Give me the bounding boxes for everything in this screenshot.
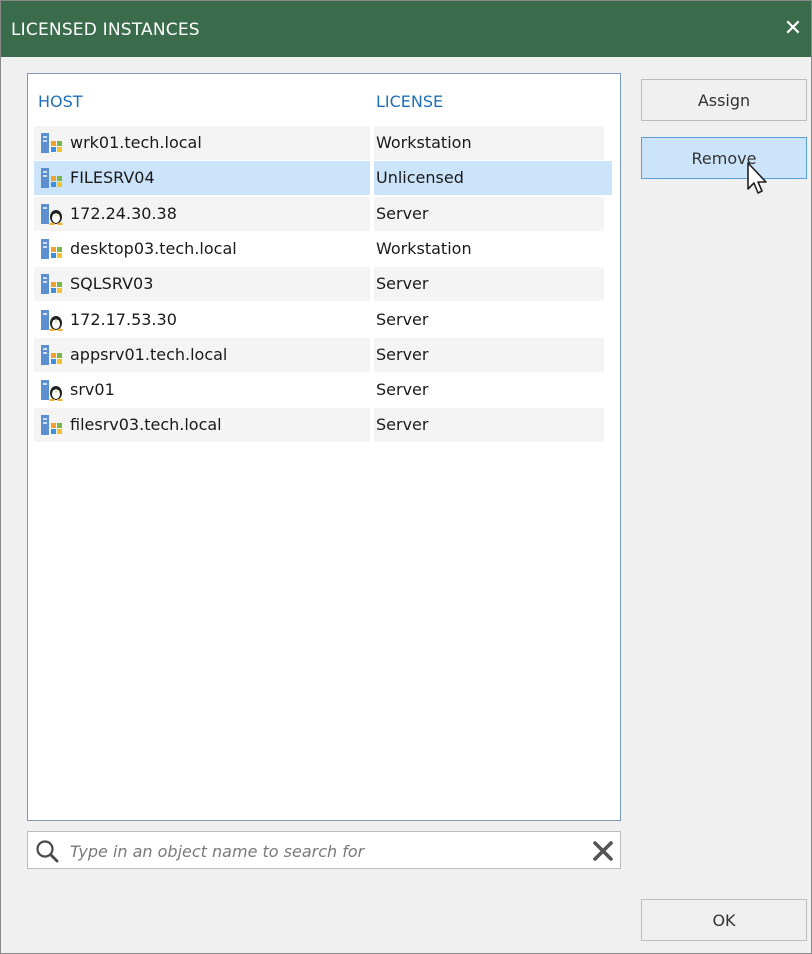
table-row[interactable]: 172.24.30.38 Server [34,197,604,231]
linux-server-icon [40,379,64,402]
table-row[interactable]: filesrv03.tech.local Server [34,408,604,442]
column-separator [370,161,374,195]
column-header-host[interactable]: HOST [38,92,83,111]
windows-server-icon [40,414,64,436]
dialog-title: LICENSED INSTANCES [11,20,200,40]
host-name: appsrv01.tech.local [70,345,228,364]
table-row[interactable]: desktop03.tech.local Workstation [34,232,604,266]
table-row[interactable]: SQLSRV03 Server [34,267,604,301]
windows-server-icon [40,132,64,154]
column-separator [370,408,374,442]
host-name: SQLSRV03 [70,274,154,293]
search-box [27,831,621,869]
license-cell: Workstation [376,133,472,152]
host-name: 172.17.53.30 [70,310,177,329]
host-name: wrk01.tech.local [70,133,202,152]
license-cell: Server [376,345,429,364]
table-row[interactable]: appsrv01.tech.local Server [34,338,604,372]
clear-search-icon[interactable] [592,840,614,862]
column-separator [370,232,374,266]
search-icon [36,840,59,863]
close-icon: ✕ [783,16,803,41]
host-cell: FILESRV04 [38,161,368,195]
close-button[interactable]: ✕ [775,1,811,57]
host-cell: 172.24.30.38 [38,197,368,231]
windows-server-icon [40,238,64,260]
linux-server-icon [40,309,64,332]
instances-list[interactable]: HOST LICENSE wrk01.tech.local Workstation… [27,73,621,821]
host-cell: 172.17.53.30 [38,303,368,337]
column-separator [370,338,374,372]
host-name: 172.24.30.38 [70,204,177,223]
remove-button[interactable]: Remove [641,137,807,179]
host-cell: filesrv03.tech.local [38,408,368,442]
host-name: srv01 [70,380,115,399]
column-header-license[interactable]: LICENSE [376,92,443,111]
windows-server-icon [40,344,64,366]
host-cell: wrk01.tech.local [38,126,368,160]
table-row[interactable]: FILESRV04 Unlicensed [34,161,604,195]
host-cell: desktop03.tech.local [38,232,368,266]
host-name: FILESRV04 [70,168,155,187]
table-row[interactable]: srv01 Server [34,373,604,407]
windows-server-icon [40,167,64,189]
license-cell: Server [376,415,429,434]
title-bar: LICENSED INSTANCES ✕ [1,1,811,57]
ok-button[interactable]: OK [641,899,807,941]
linux-server-icon [40,203,64,226]
license-cell: Workstation [376,239,472,258]
license-cell: Server [376,380,429,399]
column-separator [370,303,374,337]
host-name: filesrv03.tech.local [70,415,222,434]
host-cell: srv01 [38,373,368,407]
selection-highlight [604,161,612,195]
license-cell: Server [376,204,429,223]
host-name: desktop03.tech.local [70,239,237,258]
column-separator [370,373,374,407]
search-input[interactable] [68,836,572,866]
host-cell: SQLSRV03 [38,267,368,301]
assign-button[interactable]: Assign [641,79,807,121]
host-cell: appsrv01.tech.local [38,338,368,372]
column-separator [370,197,374,231]
licensed-instances-dialog: LICENSED INSTANCES ✕ HOST LICENSE wrk01.… [0,0,812,954]
windows-server-icon [40,273,64,295]
license-cell: Server [376,310,429,329]
table-row[interactable]: 172.17.53.30 Server [34,303,604,337]
column-separator [370,126,374,160]
column-separator [370,267,374,301]
table-row[interactable]: wrk01.tech.local Workstation [34,126,604,160]
license-cell: Server [376,274,429,293]
license-cell: Unlicensed [376,168,464,187]
